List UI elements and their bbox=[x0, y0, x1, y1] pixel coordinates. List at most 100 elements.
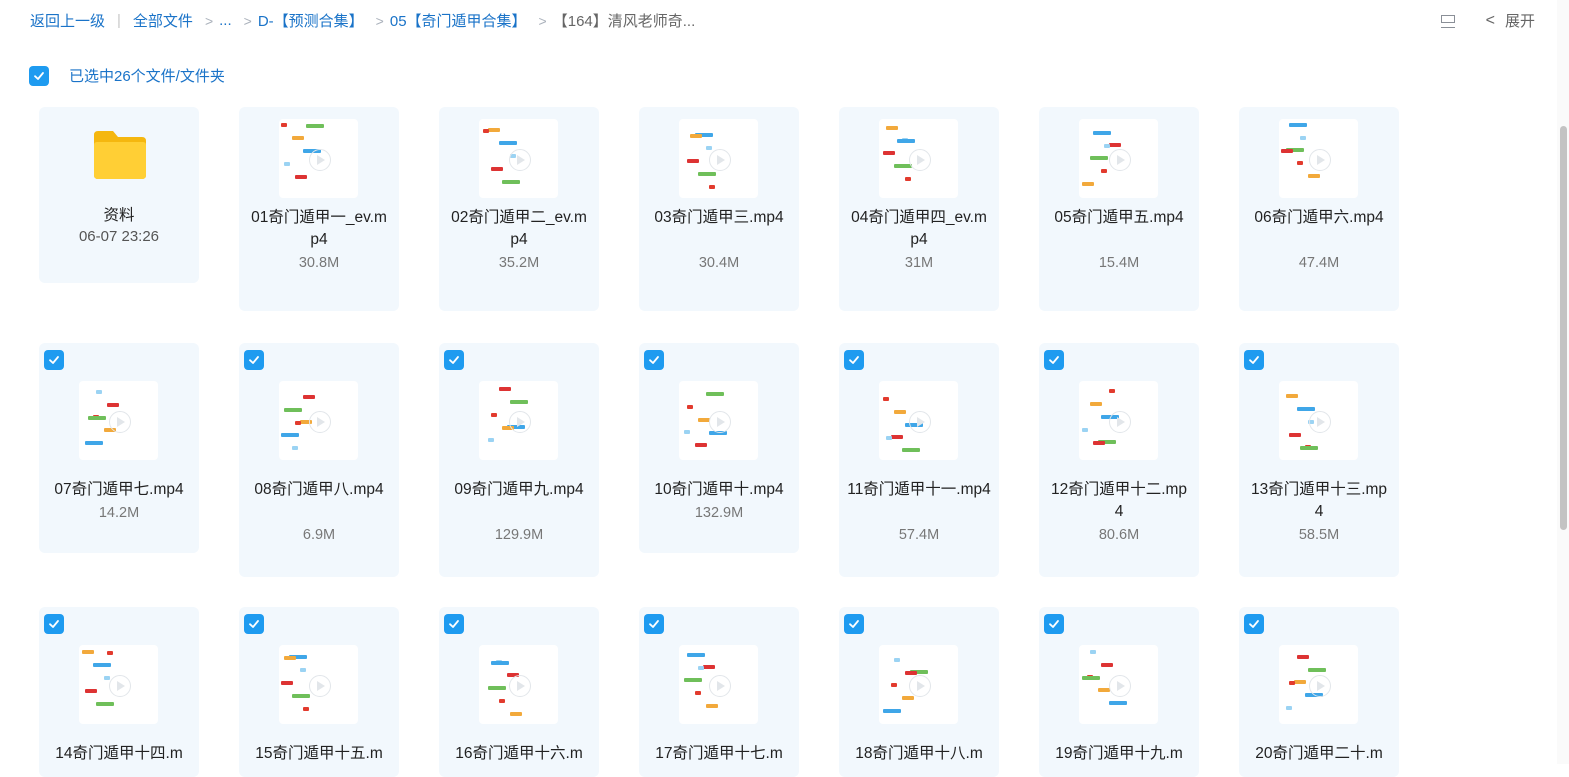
file-card[interactable]: 16奇门遁甲十六.m bbox=[439, 607, 599, 777]
scrollbar-track[interactable] bbox=[1557, 0, 1569, 764]
file-size: 80.6M bbox=[1098, 527, 1140, 543]
thumbnail-mark bbox=[706, 392, 724, 396]
file-checkbox[interactable] bbox=[1244, 350, 1264, 370]
check-icon bbox=[1249, 356, 1259, 364]
check-icon bbox=[649, 356, 659, 364]
file-card[interactable]: 14奇门遁甲十四.m bbox=[39, 607, 199, 777]
thumbnail-mark bbox=[499, 141, 517, 145]
thumbnail-mark bbox=[284, 408, 302, 412]
file-card[interactable]: 10奇门遁甲十.mp4 132.9M bbox=[639, 343, 799, 553]
thumbnail-mark bbox=[281, 123, 287, 127]
file-card[interactable]: 15奇门遁甲十五.m bbox=[239, 607, 399, 777]
thumbnail-mark bbox=[905, 671, 917, 675]
list-view-icon[interactable] bbox=[1440, 13, 1456, 29]
chevron-left-icon[interactable]: < bbox=[1486, 12, 1495, 30]
play-icon bbox=[1309, 675, 1331, 697]
breadcrumb-separator-icon: > bbox=[243, 12, 252, 29]
thumbnail-mark bbox=[96, 390, 102, 394]
play-icon bbox=[709, 675, 731, 697]
video-thumbnail bbox=[1079, 119, 1158, 198]
file-checkbox[interactable] bbox=[44, 350, 64, 370]
file-name: 18奇门遁甲十八.m bbox=[855, 745, 983, 762]
thumbnail-mark bbox=[281, 681, 293, 685]
file-card[interactable]: 04奇门遁甲四_ev.mp4 31M bbox=[839, 107, 999, 311]
file-checkbox[interactable] bbox=[244, 614, 264, 634]
thumbnail-mark bbox=[1082, 428, 1088, 432]
play-icon bbox=[309, 411, 331, 433]
file-size: 14.2M bbox=[98, 505, 140, 521]
file-checkbox[interactable] bbox=[244, 350, 264, 370]
expand-button[interactable]: 展开 bbox=[1505, 10, 1535, 31]
folder-name: 资料 bbox=[103, 207, 135, 224]
file-checkbox[interactable] bbox=[444, 350, 464, 370]
thumbnail-mark bbox=[1109, 701, 1127, 705]
file-checkbox[interactable] bbox=[1044, 350, 1064, 370]
file-checkbox[interactable] bbox=[1044, 614, 1064, 634]
file-name: 20奇门遁甲二十.m bbox=[1255, 745, 1383, 762]
file-checkbox[interactable] bbox=[644, 350, 664, 370]
file-card[interactable]: 02奇门遁甲二_ev.mp4 35.2M bbox=[439, 107, 599, 311]
thumbnail-mark bbox=[491, 167, 503, 171]
thumbnail-mark bbox=[85, 689, 97, 693]
file-name: 15奇门遁甲十五.m bbox=[255, 745, 383, 762]
breadcrumb-divider: | bbox=[117, 12, 121, 29]
file-card[interactable]: 13奇门遁甲十三.mp4 58.5M bbox=[1239, 343, 1399, 577]
breadcrumb-level2[interactable]: 05【奇门遁甲合集】 bbox=[390, 10, 527, 31]
thumbnail-mark bbox=[1109, 143, 1121, 147]
file-checkbox[interactable] bbox=[844, 614, 864, 634]
file-card[interactable]: 05奇门遁甲五.mp4 15.4M bbox=[1039, 107, 1199, 311]
file-card[interactable]: 06奇门遁甲六.mp4 47.4M bbox=[1239, 107, 1399, 311]
file-card[interactable]: 12奇门遁甲十二.mp4 80.6M bbox=[1039, 343, 1199, 577]
file-card[interactable]: 20奇门遁甲二十.m bbox=[1239, 607, 1399, 777]
thumbnail-mark bbox=[1297, 407, 1315, 411]
file-card[interactable]: 07奇门遁甲七.mp4 14.2M bbox=[39, 343, 199, 553]
folder-card[interactable]: 资料 06-07 23:26 bbox=[39, 107, 199, 283]
thumbnail-mark bbox=[1286, 706, 1292, 710]
file-checkbox[interactable] bbox=[644, 614, 664, 634]
back-link[interactable]: 返回上一级 bbox=[30, 10, 105, 31]
file-card[interactable]: 11奇门遁甲十一.mp4 57.4M bbox=[839, 343, 999, 577]
thumbnail-mark bbox=[894, 658, 900, 662]
file-checkbox[interactable] bbox=[444, 614, 464, 634]
check-icon bbox=[49, 356, 59, 364]
breadcrumb-level1[interactable]: D-【预测合集】 bbox=[258, 10, 364, 31]
select-all-checkbox[interactable] bbox=[29, 65, 49, 86]
scrollbar-thumb[interactable] bbox=[1560, 126, 1567, 530]
breadcrumb-separator-icon: > bbox=[204, 12, 214, 29]
file-card[interactable]: 17奇门遁甲十七.m bbox=[639, 607, 799, 777]
play-icon bbox=[1309, 411, 1331, 433]
thumbnail-mark bbox=[698, 666, 704, 670]
video-thumbnail bbox=[679, 381, 758, 460]
file-name: 10奇门遁甲十.mp4 bbox=[654, 481, 784, 498]
breadcrumb-all-files[interactable]: 全部文件 bbox=[133, 10, 193, 31]
file-card[interactable]: 01奇门遁甲一_ev.mp4 30.8M bbox=[239, 107, 399, 311]
thumbnail-mark bbox=[1289, 433, 1301, 437]
breadcrumb-ellipsis[interactable]: ... bbox=[219, 12, 232, 29]
thumbnail-mark bbox=[306, 124, 324, 128]
check-icon bbox=[1049, 356, 1059, 364]
thumbnail-mark bbox=[284, 162, 290, 166]
play-icon bbox=[909, 675, 931, 697]
file-card[interactable]: 19奇门遁甲十九.m bbox=[1039, 607, 1199, 777]
video-thumbnail bbox=[1079, 381, 1158, 460]
video-thumbnail bbox=[879, 381, 958, 460]
file-checkbox[interactable] bbox=[844, 350, 864, 370]
file-card[interactable]: 08奇门遁甲八.mp4 6.9M bbox=[239, 343, 399, 577]
file-card[interactable]: 09奇门遁甲九.mp4 129.9M bbox=[439, 343, 599, 577]
file-checkbox[interactable] bbox=[44, 614, 64, 634]
play-icon bbox=[909, 411, 931, 433]
thumbnail-mark bbox=[85, 441, 103, 445]
file-checkbox[interactable] bbox=[1244, 614, 1264, 634]
file-card[interactable]: 03奇门遁甲三.mp4 30.4M bbox=[639, 107, 799, 311]
video-thumbnail bbox=[279, 119, 358, 198]
play-icon bbox=[1109, 411, 1131, 433]
thumbnail-mark bbox=[292, 446, 298, 450]
thumbnail-mark bbox=[1093, 441, 1105, 445]
thumbnail-mark bbox=[687, 405, 693, 409]
file-card[interactable]: 18奇门遁甲十八.m bbox=[839, 607, 999, 777]
thumbnail-mark bbox=[1289, 681, 1295, 685]
check-icon bbox=[249, 620, 259, 628]
file-name: 08奇门遁甲八.mp4 bbox=[254, 481, 384, 498]
file-name: 13奇门遁甲十三.mp4 bbox=[1250, 481, 1388, 520]
check-icon bbox=[249, 356, 259, 364]
